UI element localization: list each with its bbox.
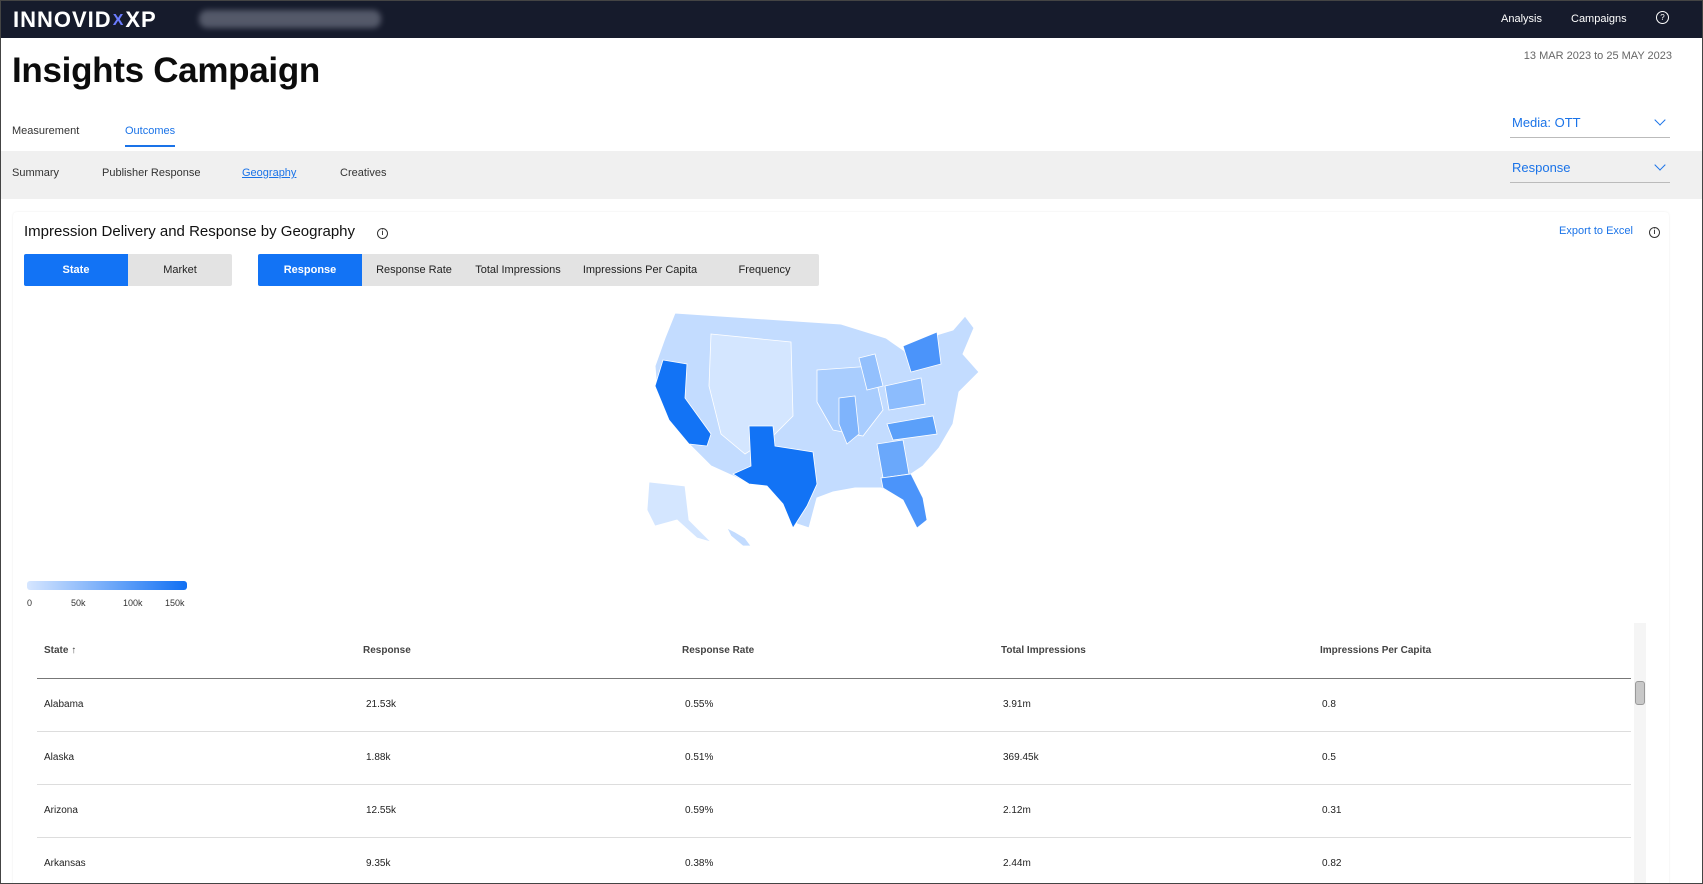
innovid-logo[interactable]: INNOVIDXXP <box>13 7 157 33</box>
col-header-impressions-per-capita[interactable]: Impressions Per Capita <box>1320 645 1431 656</box>
toggle-market[interactable]: Market <box>128 254 232 286</box>
logo-text-right: XP <box>125 7 157 32</box>
map-georgia <box>876 439 910 479</box>
logo-text-left: INNOVID <box>13 7 112 32</box>
card-title: Impression Delivery and Response by Geog… <box>24 223 356 240</box>
table-scrollbar[interactable] <box>1634 623 1646 883</box>
table-header-divider <box>37 678 1631 679</box>
legend-tick: 0 <box>27 598 33 608</box>
cell-response-rate: 0.59% <box>685 805 714 816</box>
toggle-frequency[interactable]: Frequency <box>710 254 819 286</box>
media-dropdown-label: Media: OTT <box>1512 115 1581 130</box>
row-divider <box>37 784 1631 785</box>
campaign-name-redacted <box>199 10 381 28</box>
map-alaska <box>646 481 713 543</box>
col-header-response[interactable]: Response <box>363 645 411 656</box>
table-scroll-thumb[interactable] <box>1635 681 1645 705</box>
cell-impressions-per-capita: 0.8 <box>1322 699 1336 710</box>
cell-response: 1.88k <box>366 752 391 763</box>
logo-x-mark: X <box>112 12 125 29</box>
toggle-response[interactable]: Response <box>258 254 362 286</box>
cell-total-impressions: 2.44m <box>1003 858 1031 869</box>
toggle-state[interactable]: State <box>24 254 128 286</box>
chevron-down-icon <box>1654 114 1666 126</box>
subtab-publisher-response[interactable]: Publisher Response <box>102 167 200 179</box>
export-to-excel-link[interactable]: Export to Excel <box>1559 225 1633 237</box>
help-icon[interactable]: ? <box>1656 11 1669 24</box>
date-range: 13 MAR 2023 to 25 MAY 2023 <box>1523 50 1672 62</box>
row-divider <box>37 731 1631 732</box>
map-florida <box>880 473 928 529</box>
cell-total-impressions: 3.91m <box>1003 699 1031 710</box>
cell-response: 9.35k <box>366 858 391 869</box>
geo-level-toggle: State Market <box>24 254 232 286</box>
metric-dropdown[interactable]: Response <box>1510 154 1670 183</box>
nav-campaigns-link[interactable]: Campaigns <box>1571 13 1627 25</box>
cell-total-impressions: 2.12m <box>1003 805 1031 816</box>
cell-total-impressions: 369.45k <box>1003 752 1039 763</box>
top-navbar: INNOVIDXXP Analysis Campaigns ? <box>1 1 1702 38</box>
page-title: Insights Campaign <box>12 51 320 90</box>
cell-response: 12.55k <box>366 805 397 816</box>
app-frame: INNOVIDXXP Analysis Campaigns ? Insights… <box>0 0 1703 884</box>
legend-tick: 50k <box>71 598 86 608</box>
legend-tick: 150k <box>165 598 185 608</box>
legend-color-scale <box>27 581 187 590</box>
cell-state: Alaska <box>44 752 75 763</box>
cell-impressions-per-capita: 0.82 <box>1322 858 1342 869</box>
cell-response-rate: 0.51% <box>685 752 714 763</box>
map-hawaii <box>726 527 752 547</box>
cell-state: Alabama <box>44 699 84 710</box>
metric-toggle: Response Response Rate Total Impressions… <box>258 254 819 286</box>
col-header-total-impressions[interactable]: Total Impressions <box>1001 645 1086 656</box>
col-header-state[interactable]: State ↑ <box>44 645 76 656</box>
row-divider <box>37 837 1631 838</box>
metric-dropdown-label: Response <box>1512 160 1571 175</box>
cell-impressions-per-capita: 0.5 <box>1322 752 1336 763</box>
info-icon[interactable]: i <box>1649 227 1660 238</box>
media-dropdown[interactable]: Media: OTT <box>1510 109 1670 138</box>
cell-impressions-per-capita: 0.31 <box>1322 805 1342 816</box>
cell-response-rate: 0.55% <box>685 699 714 710</box>
subtab-geography[interactable]: Geography <box>242 167 296 179</box>
nav-analysis-link[interactable]: Analysis <box>1501 13 1542 25</box>
tab-outcomes[interactable]: Outcomes <box>125 125 176 147</box>
toggle-total-impressions[interactable]: Total Impressions <box>466 254 570 286</box>
us-choropleth-map[interactable] <box>641 306 1041 566</box>
col-header-response-rate[interactable]: Response Rate <box>682 645 754 656</box>
legend-tick: 100k <box>123 598 143 608</box>
tab-measurement[interactable]: Measurement <box>12 125 79 145</box>
cell-response-rate: 0.38% <box>685 858 714 869</box>
cell-response: 21.53k <box>366 699 397 710</box>
info-icon[interactable]: i <box>377 228 388 239</box>
chevron-down-icon <box>1654 159 1666 171</box>
cell-state: Arizona <box>44 805 78 816</box>
subtab-summary[interactable]: Summary <box>12 167 59 179</box>
toggle-impressions-per-capita[interactable]: Impressions Per Capita <box>570 254 710 286</box>
subtab-creatives[interactable]: Creatives <box>340 167 386 179</box>
cell-state: Arkansas <box>44 858 86 869</box>
toggle-response-rate[interactable]: Response Rate <box>362 254 466 286</box>
